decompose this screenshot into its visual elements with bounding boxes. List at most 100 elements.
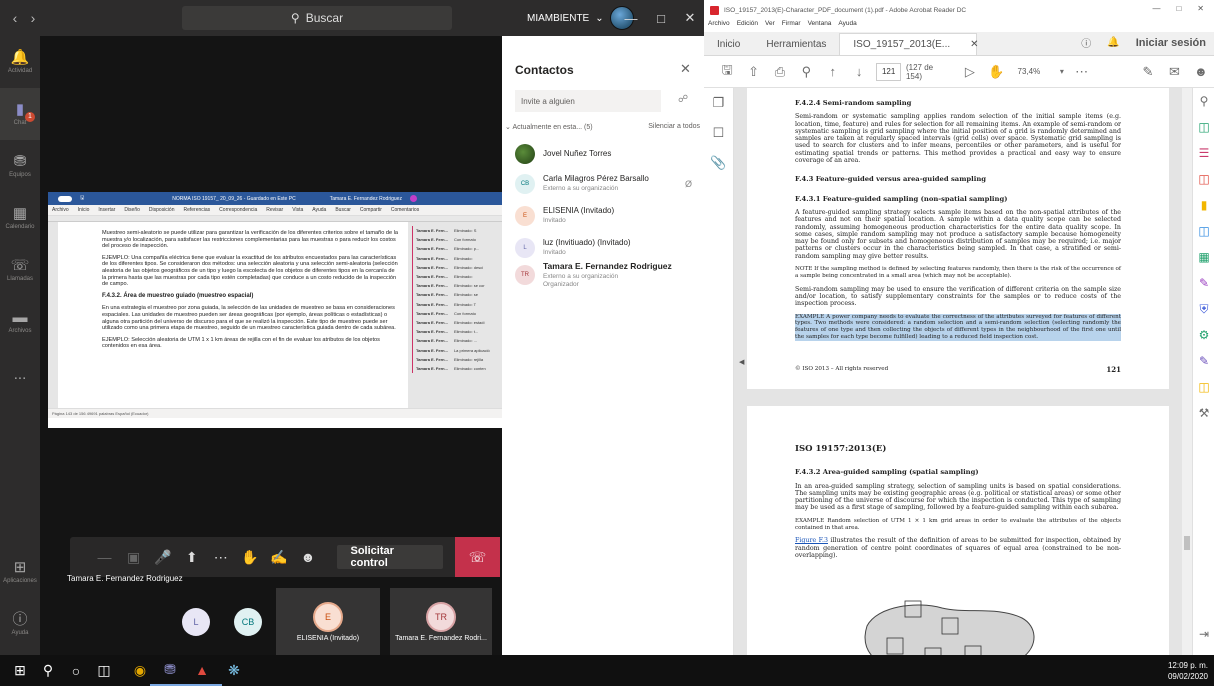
minimize-icon[interactable]: — (616, 0, 646, 36)
section-toggle[interactable]: ⌄ Actualmente en esta... (5) (505, 123, 593, 131)
export-pdf-icon[interactable]: ◫ (1193, 114, 1214, 140)
close-tab-icon[interactable]: ✕ (970, 39, 978, 50)
page-thumbnails-icon[interactable]: ❐ (704, 88, 733, 118)
participant-tile-elisenia[interactable]: E ELISENIA (Invitado) (276, 588, 380, 655)
rail-item-activity[interactable]: 🔔 Actividad (0, 36, 40, 88)
revision-item[interactable]: Tamara E. Fern... Eliminado: desci (412, 262, 506, 272)
maximize-icon[interactable]: □ (1176, 4, 1181, 13)
fill-sign-icon[interactable]: ✎ (1193, 270, 1214, 296)
revision-item[interactable]: Tamara E. Fern... Eliminado: (412, 253, 506, 263)
tab-inicio[interactable]: Inicio (704, 33, 753, 55)
minimize-icon[interactable]: — (1152, 4, 1160, 13)
rail-item-help[interactable]: ⓘ Ayuda (0, 598, 40, 650)
contact-jovel[interactable]: Jovel Nuñez Torres (515, 144, 700, 164)
send-review-icon[interactable]: ◫ (1193, 374, 1214, 400)
back-icon[interactable]: ‹ (6, 10, 24, 26)
page-number-input[interactable]: 121 (876, 62, 901, 81)
optimize-icon[interactable]: ⚙ (1193, 322, 1214, 348)
participants-icon[interactable]: ☻ (293, 537, 322, 577)
revision-item[interactable]: Tamara E. Fern... La primera aplicació (412, 345, 506, 355)
zoom-select[interactable]: 73,4% (1018, 67, 1056, 76)
share-screen-icon[interactable]: ⬆ (177, 537, 206, 577)
rail-item-apps[interactable]: ⊞ Aplicaciones (0, 546, 40, 598)
previous-page-icon[interactable]: ↑ (820, 64, 846, 79)
organize-pages-icon[interactable]: ☰ (1193, 140, 1214, 166)
tab-document[interactable]: ISO_19157_2013(E... ✕ (839, 33, 979, 55)
document-viewer[interactable]: F.4.2.4 Semi-random sampling Semi-random… (734, 88, 1182, 655)
hand-tool-icon[interactable]: ✋ (983, 64, 1009, 80)
close-icon[interactable]: ✕ (1197, 4, 1204, 13)
app-icon[interactable]: ❋ (214, 655, 254, 686)
contact-carla[interactable]: CB Carla Milagros Pérez Barsallo Externo … (515, 174, 700, 194)
menu-ayuda[interactable]: Ayuda (838, 20, 856, 32)
rail-item-calendar[interactable]: ▦ Calendario (0, 192, 40, 244)
combine-files-icon[interactable]: ◫ (1193, 218, 1214, 244)
chat-toggle-icon[interactable]: ✍ (264, 537, 293, 577)
login-button[interactable]: Iniciar sesión (1136, 37, 1206, 49)
upload-icon[interactable]: ⇧ (740, 64, 766, 80)
revision-item[interactable]: Tamara E. Fern... Eliminado: S (412, 226, 506, 236)
close-icon[interactable]: ✕ (680, 61, 691, 77)
next-page-icon[interactable]: ↓ (846, 64, 872, 79)
figure-link[interactable]: Figure F.3 (795, 537, 828, 544)
help-icon[interactable]: ⓘ (1081, 35, 1091, 50)
rail-item-teams[interactable]: ⛃ Equipos (0, 140, 40, 192)
zoom-search-icon[interactable]: ⚲ (1193, 88, 1214, 114)
rail-item-more[interactable]: ... (0, 348, 40, 400)
selected-text[interactable]: EXAMPLE A power company needs to evaluat… (795, 313, 1121, 341)
bookmark-icon[interactable]: ☐ (704, 118, 733, 148)
revision-item[interactable]: Tamara E. Fern... Eliminado: conten (412, 363, 506, 373)
bell-icon[interactable]: 🔔 (1107, 37, 1119, 48)
menu-firmar[interactable]: Firmar (782, 20, 801, 32)
menu-ventana[interactable]: Ventana (808, 20, 832, 32)
select-tool-icon[interactable]: ▷ (957, 64, 983, 80)
mail-icon[interactable]: ✉ (1161, 64, 1187, 80)
participant-l[interactable]: L (182, 608, 210, 636)
revision-item[interactable]: Tamara E. Fern... Eliminado: se (412, 290, 506, 300)
revision-item[interactable]: Tamara E. Fern... Eliminado: ... (412, 336, 506, 346)
participant-cb[interactable]: CB (234, 608, 262, 636)
more-icon[interactable]: ⋯ (1068, 64, 1094, 80)
rail-item-files[interactable]: ▬ Archivos (0, 296, 40, 348)
sign-icon[interactable]: ✎ (1193, 348, 1214, 374)
raise-hand-icon[interactable]: ✋ (235, 537, 264, 577)
comment-icon[interactable]: ▮ (1193, 192, 1214, 218)
contact-elisenia[interactable]: E ELISENIA (Invitado) Invitado (515, 206, 700, 226)
revision-item[interactable]: Tamara E. Fern... Eliminado: estadí (412, 317, 506, 328)
protect-icon[interactable]: ⛨ (1193, 296, 1214, 322)
menu-ver[interactable]: Ver (765, 20, 775, 32)
forward-icon[interactable]: › (24, 10, 42, 26)
hang-up-button[interactable]: ☏ (455, 537, 501, 577)
link-icon[interactable]: ☍ (678, 94, 688, 105)
sign-icon[interactable]: ✎ (1135, 64, 1161, 80)
revision-item[interactable]: Tamara E. Fern... Eliminado: T (412, 299, 506, 309)
maximize-icon[interactable]: □ (646, 0, 676, 36)
chevron-down-icon[interactable]: ▾ (1055, 67, 1068, 76)
system-clock[interactable]: 12:09 p. m. 09/02/2020 (1168, 660, 1208, 682)
contact-luz[interactable]: L luz (Invitiuado) (Invitado) Invitado (515, 238, 700, 258)
revision-item[interactable]: Tamara E. Fern... Eliminado: se cor (412, 281, 506, 291)
participant-tile-tamara[interactable]: TR Tamara E. Fernandez Rodri... (390, 588, 492, 655)
vertical-scrollbar[interactable] (1182, 88, 1192, 655)
more-actions-icon[interactable]: ⋯ (206, 537, 235, 577)
create-pdf-icon[interactable]: ◫ (1193, 166, 1214, 192)
print-icon[interactable]: ⎙ (767, 64, 793, 80)
task-view-icon[interactable]: ◫ (84, 655, 124, 686)
attachment-icon[interactable]: 📎 (704, 148, 733, 178)
spreadsheet-icon[interactable]: ▦ (1193, 244, 1214, 270)
revision-item[interactable]: Tamara E. Fern... Eliminado: t... (412, 327, 506, 337)
collapse-tools-icon[interactable]: ⇥ (1193, 621, 1214, 647)
revision-item[interactable]: Tamara E. Fern... Con formato (412, 235, 506, 245)
save-icon[interactable]: 🖫 (714, 61, 740, 83)
share-user-icon[interactable]: ☻ (1188, 64, 1214, 79)
menu-edicion[interactable]: Edición (737, 20, 758, 32)
more-tools-icon[interactable]: ⚒ (1193, 400, 1214, 426)
request-control-button[interactable]: Solicitar control (336, 545, 444, 569)
scrollbar-thumb[interactable] (1184, 536, 1190, 550)
revision-item[interactable]: Tamara E. Fern... Eliminado: rejilla (412, 354, 506, 364)
revision-item[interactable]: Tamara E. Fern... Eliminado: (412, 271, 506, 282)
mute-all-button[interactable]: Silenciar a todos (648, 123, 700, 131)
tab-herramientas[interactable]: Herramientas (753, 33, 839, 55)
invite-input[interactable]: Invite a alguien (515, 90, 661, 112)
close-icon[interactable]: ✕ (675, 0, 705, 36)
